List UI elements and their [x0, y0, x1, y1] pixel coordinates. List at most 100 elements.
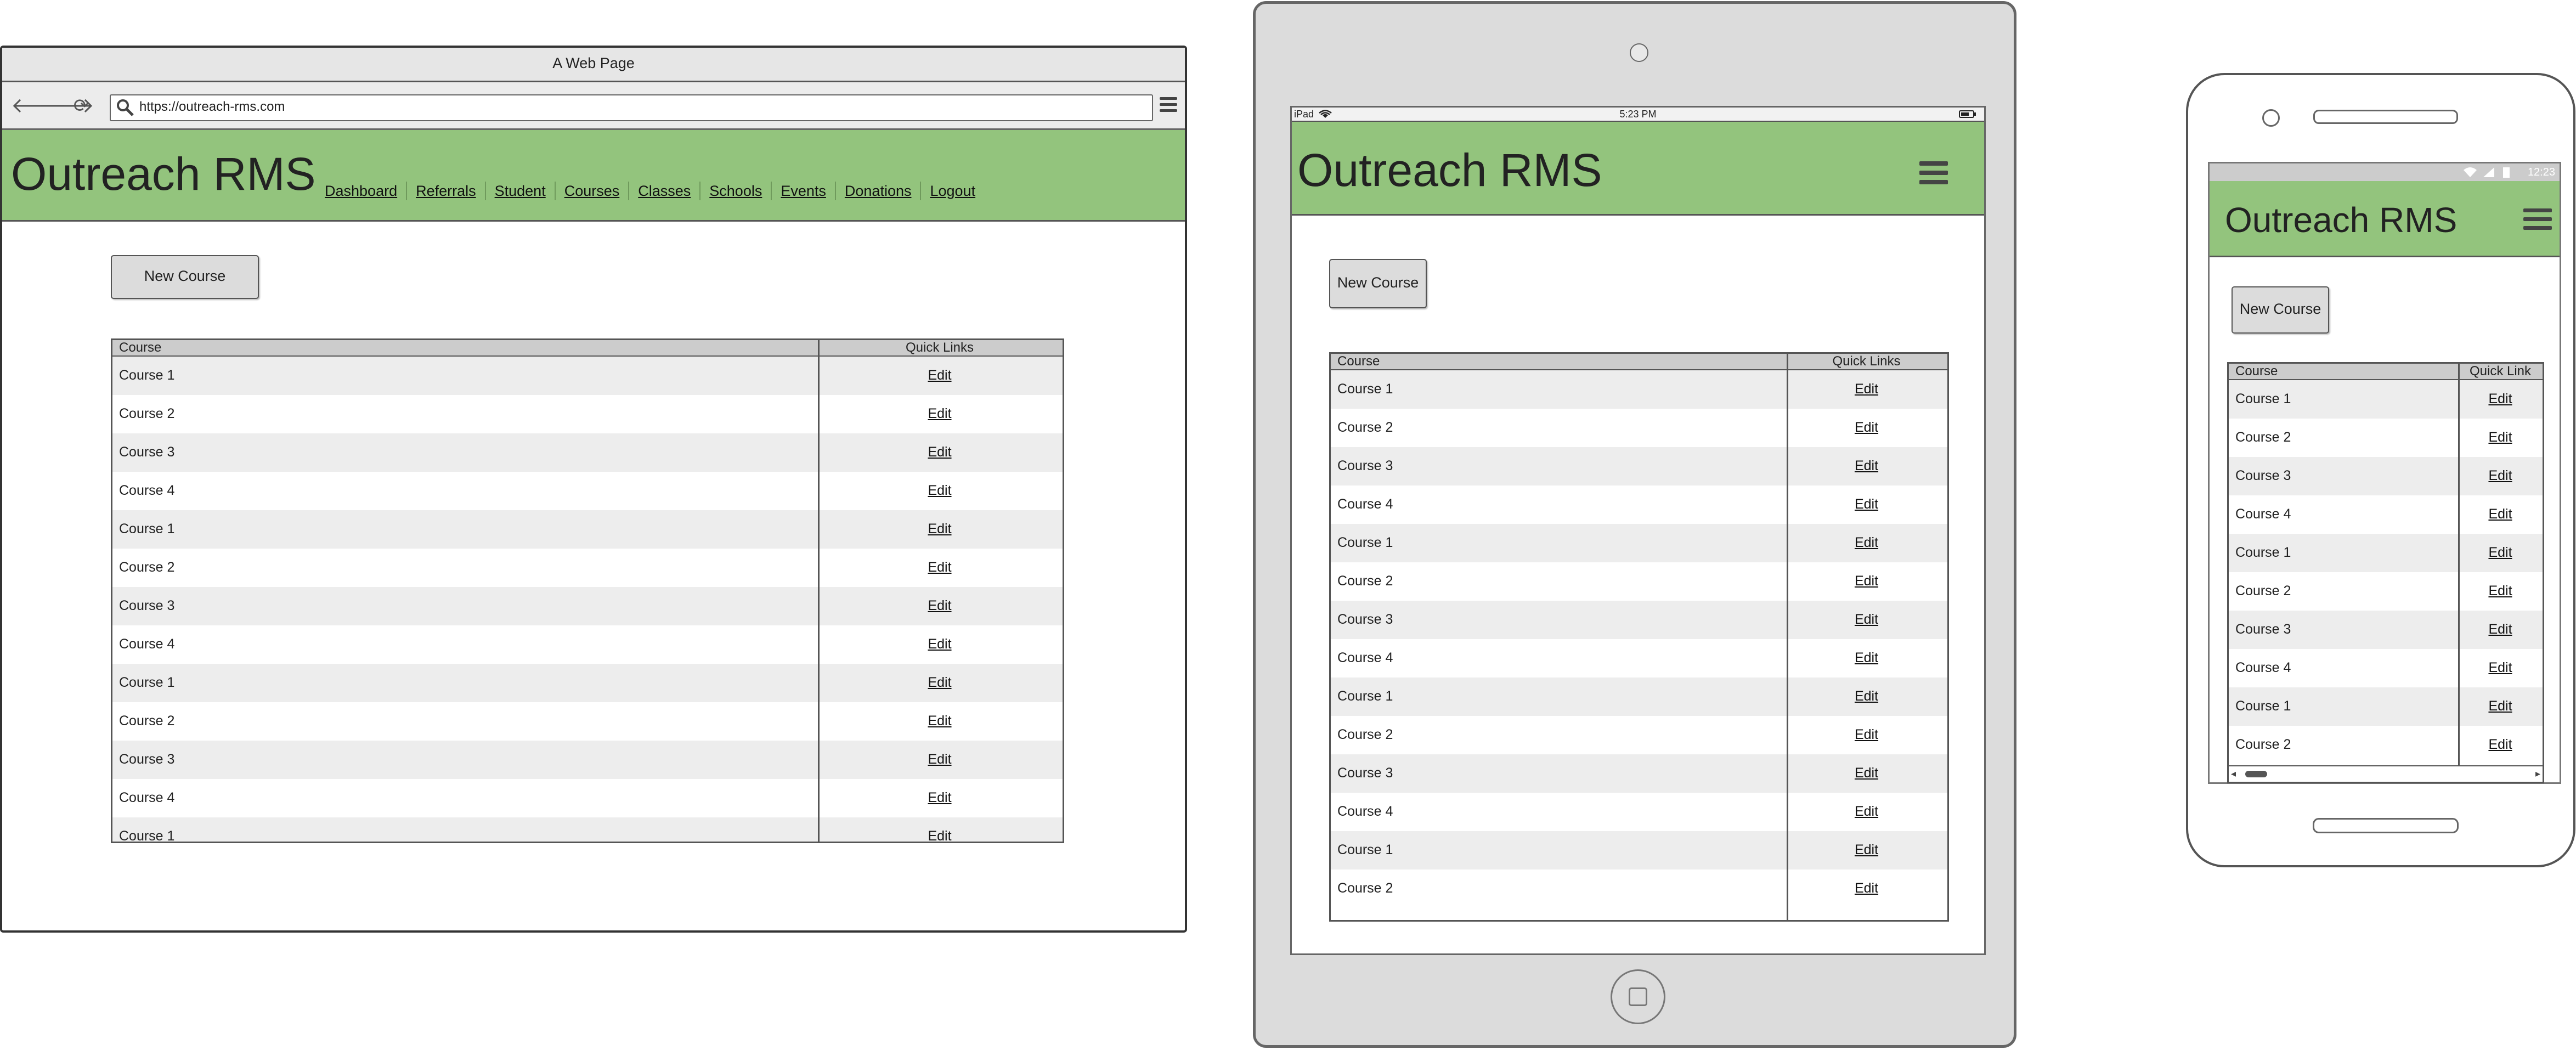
- column-divider: [818, 340, 820, 842]
- table-row: Course 4 Edit: [2229, 649, 2543, 687]
- edit-link[interactable]: Edit: [1788, 496, 1945, 512]
- edit-link[interactable]: Edit: [820, 598, 1060, 614]
- edit-link[interactable]: Edit: [2460, 430, 2541, 445]
- table-row: Course 1 Edit: [2229, 380, 2543, 419]
- course-name: Course 4: [1337, 496, 1393, 512]
- site-header: Outreach RMS Dashboard Referrals Student…: [2, 130, 1185, 222]
- table-row: Course 4 Edit: [112, 472, 1063, 510]
- edit-link[interactable]: Edit: [2460, 660, 2541, 676]
- address-bar[interactable]: https://outreach-rms.com: [110, 94, 1153, 121]
- table-row: Course 4 Edit: [1331, 793, 1947, 831]
- course-name: Course 3: [119, 752, 175, 767]
- site-header: Outreach RMS: [2210, 181, 2560, 257]
- nav-link-dashboard[interactable]: Dashboard: [325, 183, 397, 200]
- table-row: Course 3 Edit: [2229, 457, 2543, 495]
- edit-link[interactable]: Edit: [1788, 688, 1945, 704]
- edit-link[interactable]: Edit: [2460, 583, 2541, 599]
- course-name: Course 2: [1337, 727, 1393, 742]
- edit-link[interactable]: Edit: [1788, 573, 1945, 589]
- edit-link[interactable]: Edit: [2460, 545, 2541, 561]
- edit-link[interactable]: Edit: [1788, 727, 1945, 743]
- nav-link-donations[interactable]: Donations: [845, 183, 912, 200]
- edit-link[interactable]: Edit: [1788, 458, 1945, 474]
- nav-link-student[interactable]: Student: [495, 183, 546, 200]
- nav-link-classes[interactable]: Classes: [638, 183, 691, 200]
- status-time: 5:23 PM: [1619, 109, 1657, 120]
- table-row: Course 1 Edit: [112, 817, 1063, 842]
- edit-link[interactable]: Edit: [820, 713, 1060, 729]
- edit-link[interactable]: Edit: [1788, 420, 1945, 436]
- edit-link[interactable]: Edit: [2460, 468, 2541, 484]
- edit-link[interactable]: Edit: [820, 406, 1060, 422]
- table-row: Course 2 Edit: [112, 549, 1063, 587]
- reload-icon[interactable]: ⟳: [70, 95, 92, 117]
- back-arrow-icon[interactable]: 🡐: [11, 95, 67, 117]
- table-row: Course 2 Edit: [1331, 409, 1947, 447]
- app-title: Outreach RMS: [2225, 200, 2458, 240]
- hamburger-menu-icon[interactable]: [1160, 97, 1177, 112]
- edit-link[interactable]: Edit: [820, 675, 1060, 691]
- edit-link[interactable]: Edit: [820, 368, 1060, 383]
- edit-link[interactable]: Edit: [1788, 650, 1945, 666]
- hamburger-menu-icon[interactable]: [1919, 161, 1948, 184]
- app-title: Outreach RMS: [11, 148, 316, 200]
- horizontal-scrollbar[interactable]: ◂ ▸: [2229, 765, 2543, 782]
- new-course-button[interactable]: New Course: [1329, 259, 1427, 308]
- course-name: Course 1: [2235, 698, 2291, 714]
- table-row: Course 2 Edit: [2229, 726, 2543, 764]
- edit-link[interactable]: Edit: [1788, 842, 1945, 858]
- edit-link[interactable]: Edit: [820, 560, 1060, 575]
- column-header-quick-links: Quick Link: [2469, 364, 2532, 379]
- table-row: Course 4 Edit: [112, 625, 1063, 664]
- edit-link[interactable]: Edit: [1788, 765, 1945, 781]
- edit-link[interactable]: Edit: [1788, 804, 1945, 820]
- edit-link[interactable]: Edit: [820, 444, 1060, 460]
- table-row: Course 4 Edit: [2229, 495, 2543, 534]
- new-course-button[interactable]: New Course: [111, 255, 259, 299]
- edit-link[interactable]: Edit: [1788, 535, 1945, 551]
- nav-link-events[interactable]: Events: [781, 183, 826, 200]
- table-row: Course 2 Edit: [2229, 419, 2543, 457]
- window-title: A Web Page: [2, 48, 1185, 82]
- edit-link[interactable]: Edit: [1788, 880, 1945, 896]
- home-button-icon[interactable]: [1611, 969, 1665, 1024]
- new-course-button[interactable]: New Course: [2232, 286, 2329, 334]
- forward-arrow-icon[interactable]: 🡒: [38, 95, 94, 117]
- course-name: Course 1: [2235, 545, 2291, 560]
- course-name: Course 3: [1337, 765, 1393, 781]
- scroll-left-icon[interactable]: ◂: [2231, 768, 2236, 780]
- nav-link-schools[interactable]: Schools: [709, 183, 762, 200]
- hamburger-menu-icon[interactable]: [2523, 208, 2552, 230]
- table-row: Course 4 Edit: [112, 779, 1063, 817]
- edit-link[interactable]: Edit: [820, 828, 1060, 842]
- edit-link[interactable]: Edit: [1788, 381, 1945, 397]
- course-name: Course 1: [119, 521, 175, 537]
- course-name: Course 3: [2235, 622, 2291, 637]
- table-row: Course 1 Edit: [1331, 370, 1947, 409]
- nav-link-logout[interactable]: Logout: [930, 183, 975, 200]
- nav-bar: Dashboard Referrals Student Courses Clas…: [325, 182, 975, 200]
- edit-link[interactable]: Edit: [820, 790, 1060, 806]
- scrollbar-thumb[interactable]: [2245, 771, 2267, 777]
- edit-link[interactable]: Edit: [820, 483, 1060, 499]
- course-name: Course 4: [1337, 650, 1393, 665]
- tablet-screen: iPad 5:23 PM Outreach RMS New Course Cou…: [1290, 106, 1986, 955]
- column-header-quick-links: Quick Links: [905, 340, 974, 355]
- table-row: Course 4 Edit: [1331, 639, 1947, 678]
- edit-link[interactable]: Edit: [2460, 698, 2541, 714]
- edit-link[interactable]: Edit: [2460, 737, 2541, 753]
- table-row: Course 1 Edit: [1331, 678, 1947, 716]
- course-name: Course 4: [119, 790, 175, 805]
- edit-link[interactable]: Edit: [820, 636, 1060, 652]
- edit-link[interactable]: Edit: [2460, 391, 2541, 407]
- edit-link[interactable]: Edit: [1788, 612, 1945, 628]
- table-row: Course 4 Edit: [1331, 486, 1947, 524]
- table-row: Course 2 Edit: [112, 702, 1063, 741]
- edit-link[interactable]: Edit: [820, 752, 1060, 767]
- edit-link[interactable]: Edit: [2460, 622, 2541, 637]
- nav-link-courses[interactable]: Courses: [564, 183, 620, 200]
- edit-link[interactable]: Edit: [820, 521, 1060, 537]
- edit-link[interactable]: Edit: [2460, 506, 2541, 522]
- nav-link-referrals[interactable]: Referrals: [416, 183, 476, 200]
- scroll-right-icon[interactable]: ▸: [2535, 768, 2540, 780]
